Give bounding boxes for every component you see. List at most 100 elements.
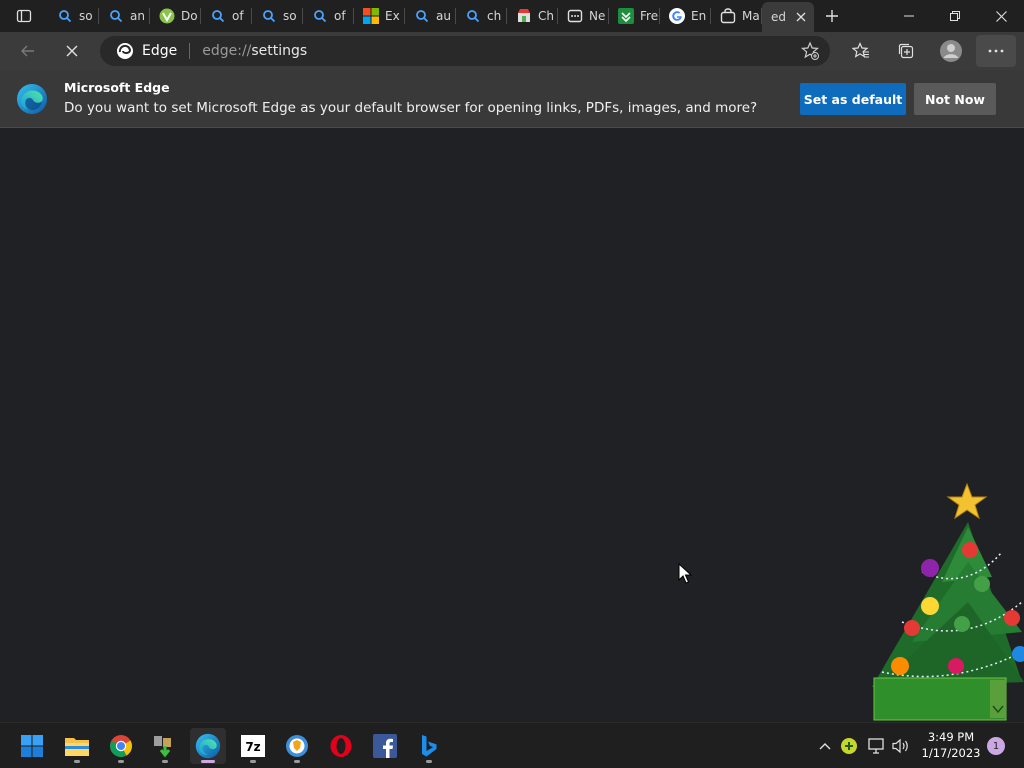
search-icon — [108, 8, 124, 24]
taskbar-file-explorer[interactable] — [59, 728, 95, 764]
tray-app-icon — [841, 738, 857, 754]
tab[interactable]: au — [405, 0, 456, 32]
tab-title: ch — [487, 9, 502, 23]
clock-date: 1/17/2023 — [921, 746, 981, 760]
address-bar[interactable]: Edge edge://settings — [100, 36, 830, 66]
file-explorer-icon — [65, 738, 89, 756]
tab-title: Ne — [589, 9, 606, 23]
taskbar-edge[interactable] — [190, 728, 226, 764]
tab-title: Do — [181, 9, 198, 23]
start-button[interactable] — [14, 728, 50, 764]
minimize-button[interactable] — [886, 0, 932, 32]
tab-title: Ma — [742, 9, 760, 23]
tray-app-button[interactable] — [839, 736, 859, 756]
edge-icon — [195, 733, 221, 759]
not-now-button[interactable]: Not Now — [914, 83, 996, 115]
google-icon — [669, 8, 685, 24]
settings-menu-button[interactable] — [976, 35, 1016, 67]
close-icon — [995, 10, 1007, 22]
tab-title: of — [232, 9, 244, 23]
bing-icon — [422, 735, 437, 757]
close-window-button[interactable] — [978, 0, 1024, 32]
site-logo-icon — [159, 8, 175, 24]
add-favorite-button[interactable] — [800, 41, 820, 61]
volume-button[interactable] — [891, 736, 911, 756]
tab[interactable]: Do — [150, 0, 201, 32]
running-indicator — [201, 760, 215, 763]
set-as-default-button[interactable]: Set as default — [800, 83, 906, 115]
browser-toolbar: Edge edge://settings — [0, 32, 1024, 70]
page-content — [0, 128, 1024, 724]
taskbar-clock[interactable]: 3:49 PM 1/17/2023 — [916, 729, 986, 761]
tab-title: En — [691, 9, 707, 23]
close-icon — [66, 45, 78, 57]
tab[interactable]: Ne — [558, 0, 609, 32]
favorites-button[interactable] — [841, 35, 881, 67]
brave-icon — [286, 735, 308, 757]
taskbar-bing[interactable] — [411, 728, 447, 764]
default-browser-infobar: Microsoft Edge Do you want to set Micros… — [0, 70, 1024, 128]
chevron-up-icon — [819, 743, 831, 750]
tab-active[interactable]: ed — [762, 2, 814, 32]
taskbar-opera[interactable] — [323, 728, 359, 764]
tab[interactable]: so — [252, 0, 303, 32]
close-icon — [796, 12, 806, 22]
taskbar-download-app[interactable] — [147, 728, 183, 764]
url-text[interactable]: edge://settings — [202, 43, 307, 59]
taskbar-chrome[interactable] — [103, 728, 139, 764]
taskbar-brave[interactable] — [279, 728, 315, 764]
tab-title: Ch — [538, 9, 554, 23]
network-button[interactable] — [867, 736, 887, 756]
tab-title: Ex — [385, 9, 400, 23]
tab[interactable]: of — [201, 0, 252, 32]
collections-icon — [898, 43, 914, 59]
chrome-icon — [110, 735, 132, 757]
tab[interactable]: ch — [456, 0, 507, 32]
running-indicator — [74, 760, 80, 763]
calendar-icon — [567, 8, 583, 24]
tab[interactable]: Ma — [711, 0, 762, 32]
site-identity[interactable]: Edge — [116, 42, 177, 60]
tab-title: so — [283, 9, 297, 23]
tab[interactable]: En — [660, 0, 711, 32]
facebook-icon — [373, 734, 397, 758]
notification-badge[interactable]: 1 — [987, 737, 1005, 755]
store-icon — [516, 8, 532, 24]
taskbar: 7z 3:49 PM 1/17/2023 1 — [0, 722, 1024, 768]
restore-button[interactable] — [932, 0, 978, 32]
tab[interactable]: Ex — [354, 0, 405, 32]
favorites-icon — [852, 42, 869, 58]
url-prefix: edge:// — [202, 43, 252, 59]
stop-loading-button[interactable] — [52, 35, 92, 67]
toolbar-right — [841, 35, 1016, 67]
tab[interactable]: an — [99, 0, 150, 32]
tab-actions-button[interactable] — [0, 0, 48, 32]
tab[interactable]: so — [48, 0, 99, 32]
edge-logo-icon — [117, 43, 133, 59]
minimize-icon — [904, 15, 914, 17]
profile-button[interactable] — [931, 35, 971, 67]
green-app-icon — [618, 8, 634, 24]
tab-list: so an Do of so of Ex au ch Ch Ne Fre En … — [48, 0, 814, 32]
show-hidden-icons-button[interactable] — [815, 736, 835, 756]
back-button[interactable] — [8, 35, 48, 67]
7zip-icon: 7z — [241, 735, 265, 757]
taskbar-facebook[interactable] — [367, 728, 403, 764]
tab[interactable]: of — [303, 0, 354, 32]
search-icon — [465, 8, 481, 24]
infobar-message: Do you want to set Microsoft Edge as you… — [64, 100, 758, 116]
new-tab-button[interactable] — [814, 0, 850, 32]
tab-title: Fre — [640, 9, 658, 23]
taskbar-7zip[interactable]: 7z — [235, 728, 271, 764]
url-path: settings — [251, 43, 308, 59]
tab[interactable]: Ch — [507, 0, 558, 32]
star-add-icon — [800, 41, 820, 60]
tab[interactable]: Fre — [609, 0, 660, 32]
tab-title: ed — [771, 10, 786, 24]
tab-close-button[interactable] — [791, 7, 811, 27]
clock-time: 3:49 PM — [927, 730, 975, 744]
tab-title: of — [334, 9, 346, 23]
svg-text:7z: 7z — [245, 740, 260, 754]
collections-button[interactable] — [886, 35, 926, 67]
tab-strip: so an Do of so of Ex au ch Ch Ne Fre En … — [0, 0, 1024, 32]
